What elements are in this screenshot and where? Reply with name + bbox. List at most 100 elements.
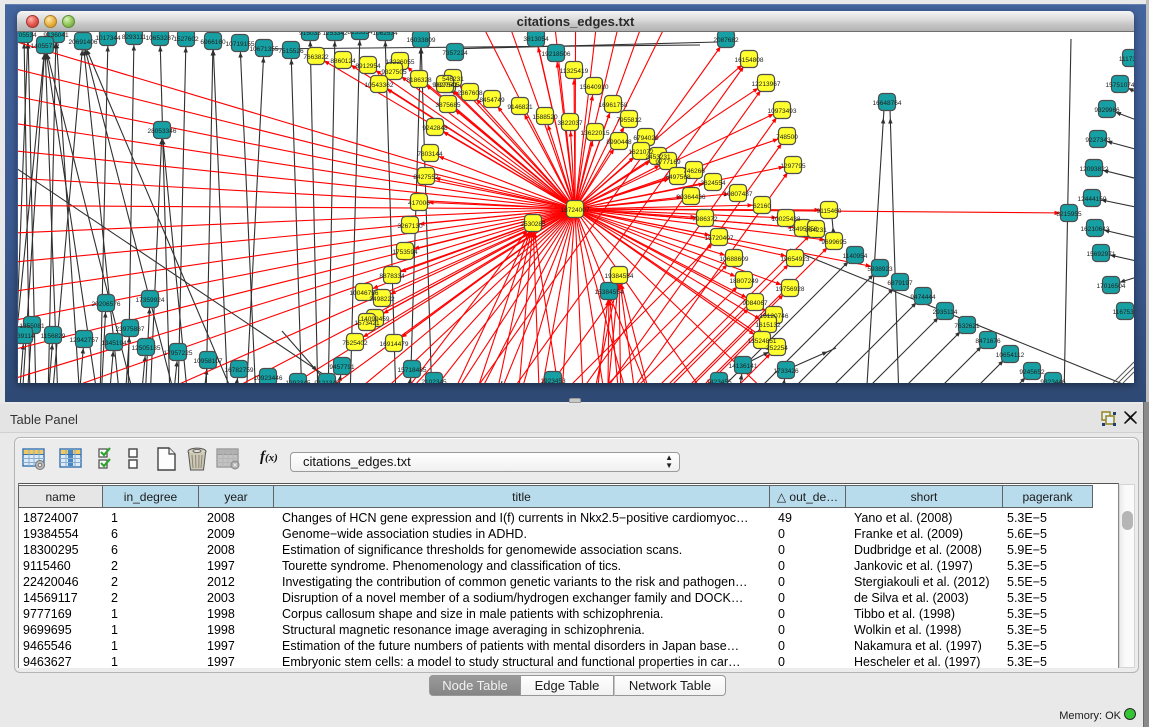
svg-text:9121345: 9121345 [314, 380, 340, 383]
svg-text:9136041: 9136041 [43, 32, 69, 39]
svg-text:8912954: 8912954 [355, 63, 381, 70]
svg-text:7663822: 7663822 [303, 54, 329, 61]
svg-text:20206576: 20206576 [92, 301, 121, 308]
svg-text:13622015: 13622015 [581, 130, 610, 137]
svg-text:16210643: 16210643 [1081, 226, 1110, 233]
svg-text:16120746: 16120746 [760, 313, 789, 320]
svg-text:748500: 748500 [776, 134, 798, 141]
svg-text:1017344: 1017344 [95, 35, 121, 42]
svg-text:10543362: 10543362 [365, 82, 394, 89]
svg-text:5938923: 5938923 [867, 266, 893, 273]
svg-text:8215955: 8215955 [1056, 211, 1082, 218]
svg-text:28053346: 28053346 [148, 128, 177, 135]
svg-text:9084067: 9084067 [742, 300, 768, 307]
svg-text:9457791: 9457791 [329, 364, 355, 371]
svg-text:20691406: 20691406 [69, 39, 98, 46]
svg-text:3267130: 3267130 [397, 223, 423, 230]
svg-text:1253342: 1253342 [322, 32, 348, 37]
svg-text:15640910: 15640910 [580, 84, 609, 91]
svg-text:15692971: 15692971 [1087, 251, 1116, 258]
svg-text:15720407: 15720407 [705, 235, 734, 242]
svg-text:2935114: 2935114 [933, 309, 958, 316]
svg-text:9327505: 9327505 [381, 69, 407, 76]
svg-text:1156829: 1156829 [41, 333, 66, 340]
svg-text:16961758: 16961758 [599, 102, 628, 109]
svg-text:252254: 252254 [766, 345, 788, 352]
svg-text:20364436: 20364436 [677, 194, 706, 201]
svg-text:19384554: 19384554 [605, 273, 634, 280]
svg-text:12505135: 12505135 [132, 345, 161, 352]
svg-text:1923453: 1923453 [540, 378, 566, 383]
svg-text:7955812: 7955812 [616, 117, 642, 124]
svg-text:9474444: 9474444 [910, 294, 936, 301]
svg-text:10807487: 10807487 [724, 191, 753, 198]
svg-text:16033809: 16033809 [407, 37, 436, 44]
svg-text:17957225: 17957225 [164, 350, 193, 357]
svg-text:9329966: 9329966 [1094, 107, 1120, 114]
svg-text:9777169: 9777169 [655, 159, 681, 166]
svg-text:15384554: 15384554 [595, 289, 624, 296]
svg-text:18724007: 18724007 [561, 207, 590, 214]
svg-text:8186328: 8186328 [406, 77, 432, 84]
svg-text:839114: 839114 [18, 333, 35, 340]
svg-text:3624554: 3624554 [700, 180, 726, 187]
svg-text:2087682: 2087682 [713, 37, 739, 44]
svg-text:1062534: 1062534 [372, 32, 398, 37]
svg-text:1423455: 1423455 [706, 379, 732, 383]
svg-text:10653287: 10653287 [146, 35, 175, 42]
svg-text:1753594: 1753594 [392, 249, 418, 256]
svg-text:12444159: 12444159 [1078, 196, 1107, 203]
svg-text:6879197: 6879197 [887, 280, 913, 287]
svg-text:10923446: 10923446 [254, 375, 283, 382]
svg-text:9242848: 9242848 [422, 125, 448, 132]
svg-text:8454749: 8454749 [479, 97, 505, 104]
svg-text:6966160: 6966160 [200, 39, 226, 46]
svg-text:8427552: 8427552 [413, 174, 439, 181]
svg-text:10654112: 10654112 [996, 352, 1025, 359]
svg-text:9227343: 9227343 [1085, 137, 1111, 144]
svg-text:19756928: 19756928 [776, 286, 805, 293]
svg-text:14055712: 14055712 [31, 43, 60, 50]
svg-text:1355081: 1355081 [19, 323, 45, 330]
svg-text:8471676: 8471676 [975, 338, 1001, 345]
svg-text:10973493: 10973493 [768, 108, 797, 115]
svg-text:7515526: 7515526 [278, 48, 304, 55]
svg-text:6497568: 6497568 [665, 174, 691, 181]
svg-text:14136141: 14136141 [729, 363, 758, 370]
svg-text:9327541: 9327541 [432, 82, 458, 89]
svg-text:15751074: 15751074 [1106, 82, 1134, 89]
svg-text:7803144: 7803144 [417, 151, 443, 158]
svg-text:23975887: 23975887 [116, 326, 145, 333]
svg-text:2102345: 2102345 [421, 379, 447, 383]
svg-text:417006: 417006 [408, 200, 430, 207]
svg-text:9115460: 9115460 [817, 208, 842, 215]
svg-text:7986372: 7986372 [692, 216, 718, 223]
svg-text:9146821: 9146821 [507, 104, 533, 111]
svg-text:1140954: 1140954 [843, 253, 868, 260]
svg-text:12942757: 12942757 [70, 337, 99, 344]
svg-text:915033: 915033 [299, 32, 321, 37]
svg-text:746266: 746266 [683, 168, 705, 175]
svg-text:3875685: 3875685 [435, 102, 461, 109]
svg-text:8860124: 8860124 [330, 58, 356, 65]
svg-text:964231: 964231 [805, 227, 827, 234]
svg-text:9245652: 9245652 [1019, 369, 1045, 376]
svg-text:62160: 62160 [753, 203, 771, 210]
svg-text:8990448: 8990448 [606, 139, 632, 146]
svg-text:18807249: 18807249 [730, 278, 759, 285]
svg-text:19218506: 19218506 [542, 51, 571, 58]
svg-text:3498222: 3498222 [369, 296, 395, 303]
svg-text:3813054: 3813054 [523, 36, 549, 43]
svg-text:9323446: 9323446 [1040, 379, 1066, 383]
svg-text:12213967: 12213967 [752, 81, 781, 88]
svg-text:9699695: 9699695 [821, 239, 847, 246]
svg-text:1573421: 1573421 [354, 320, 380, 327]
svg-text:7625402: 7625402 [342, 340, 368, 347]
svg-text:16914479: 16914479 [380, 341, 409, 348]
svg-text:1527602: 1527602 [173, 36, 199, 43]
svg-text:1733426: 1733426 [773, 368, 799, 375]
svg-text:16154808: 16154808 [735, 57, 764, 64]
svg-text:7632621: 7632621 [954, 323, 980, 330]
svg-text:8153354: 8153354 [347, 32, 373, 36]
svg-text:16648764: 16648764 [873, 100, 902, 107]
